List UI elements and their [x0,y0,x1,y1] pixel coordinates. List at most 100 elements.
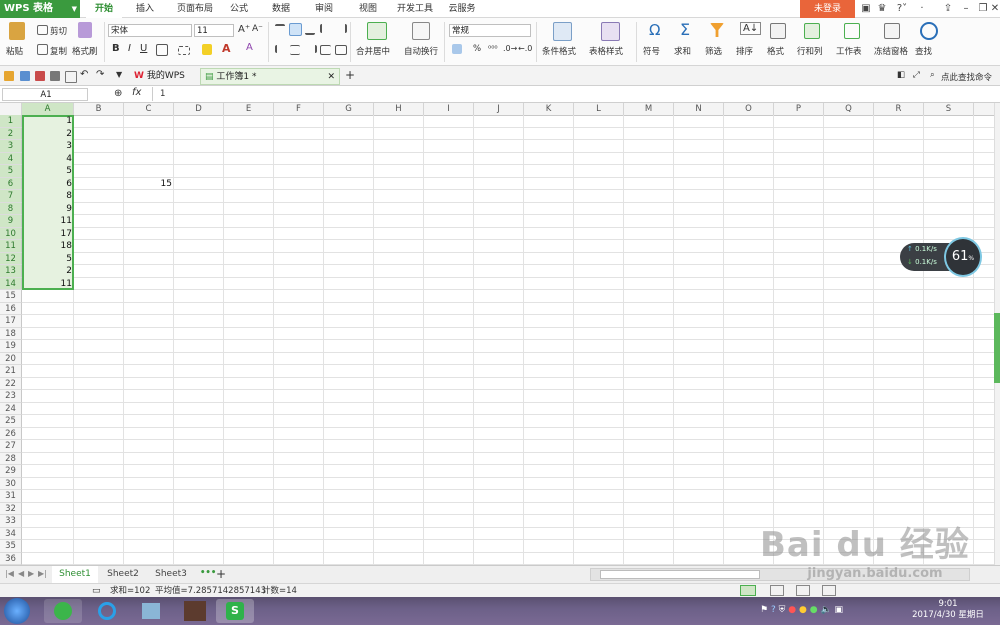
clock[interactable]: 9:01 2017/4/30 星期日 [900,599,996,621]
cell-A1[interactable]: 1 [22,115,74,128]
column-header-G[interactable]: G [324,103,374,115]
tray-help-icon[interactable]: ? [771,605,776,615]
row-header-8[interactable]: 8 [0,202,22,215]
auto-wrap-button[interactable]: 自动换行 [404,45,438,57]
tray-shield-icon[interactable]: ⛨ [779,605,786,615]
grow-font-icon[interactable]: A⁺ [238,24,250,35]
tab-workbook[interactable]: ▤ 工作簿1 * ✕ [200,68,340,85]
outdent-icon[interactable] [335,24,347,33]
spreadsheet-grid[interactable]: ABCDEFGHIJKLMNOPQRS 1 2 3 4 5 6 8 9 11 17 18 5 2 11 15… [0,103,994,565]
skin-icon[interactable]: ▣ [858,2,874,16]
row-header-14[interactable]: 14 [0,277,22,290]
row-header-10[interactable]: 10 [0,227,22,240]
row-header-29[interactable]: 29 [0,465,22,478]
row-header-12[interactable]: 12 [0,252,22,265]
cell-A2[interactable]: 2 [22,128,74,141]
preview-icon[interactable] [65,71,77,83]
align-bottom-icon[interactable] [305,24,315,35]
font-color-icon[interactable]: A [222,42,231,55]
tray-app-icon[interactable]: ● [788,605,796,615]
row-header-16[interactable]: 16 [0,302,22,315]
row-header-20[interactable]: 20 [0,352,22,365]
taskbar-wps[interactable]: S [216,599,254,623]
minimize-icon[interactable]: – [958,2,974,16]
row-header-13[interactable]: 13 [0,265,22,278]
close-tab-icon[interactable]: ✕ [327,69,335,86]
add-sheet-icon[interactable]: + [216,567,226,581]
cell-A4[interactable]: 4 [22,153,74,166]
tray-app3-icon[interactable]: ● [810,605,818,615]
logo-dropdown-icon[interactable]: ▼ [72,0,77,18]
align-left-icon[interactable] [275,45,287,53]
tray-icons[interactable]: ⚑ ? ⛨ ● ● ● 🔈 ▣ [760,605,870,619]
row-header-27[interactable]: 27 [0,440,22,453]
side-icon-1[interactable]: ◧ [897,70,905,80]
taskbar-app-2[interactable] [88,599,126,623]
tab-review[interactable]: 审阅 [307,0,341,18]
side-icon-2[interactable]: ⤢ [913,70,920,80]
font-size-select[interactable]: 11 [194,24,234,37]
app-logo[interactable]: WPS 表格 ▼ [0,0,80,18]
italic-button[interactable]: I [128,43,131,54]
symbol-button[interactable]: 符号 [643,45,660,57]
save-icon[interactable] [20,71,30,81]
fill-color-icon[interactable] [202,44,212,55]
cell-A14[interactable]: 11 [22,278,74,291]
row-header-2[interactable]: 2 [0,127,22,140]
tab-insert[interactable]: 插入 [128,0,162,18]
restore-icon[interactable]: ❐ [975,2,991,16]
row-header-28[interactable]: 28 [0,452,22,465]
align-right-icon[interactable] [305,45,317,53]
column-header-L[interactable]: L [574,103,624,115]
column-header-B[interactable]: B [74,103,124,115]
row-header-3[interactable]: 3 [0,140,22,153]
tab-my-wps[interactable]: W 我的WPS [130,68,198,85]
column-header-E[interactable]: E [224,103,274,115]
volume-icon[interactable]: 🔈 [820,605,831,615]
tab-cloud[interactable]: 云服务 [444,0,480,18]
print-icon[interactable] [50,71,60,81]
percent-button[interactable]: % [473,44,481,54]
row-header-24[interactable]: 24 [0,402,22,415]
cell-A3[interactable]: 3 [22,140,74,153]
underline-button[interactable]: U [140,43,147,54]
tab-developer[interactable]: 开发工具 [392,0,438,18]
row-header-30[interactable]: 30 [0,477,22,490]
column-header-K[interactable]: K [524,103,574,115]
bold-button[interactable]: B [112,43,120,54]
column-header-I[interactable]: I [424,103,474,115]
tab-view[interactable]: 视图 [351,0,385,18]
column-header-C[interactable]: C [124,103,174,115]
scroll-thumb[interactable] [600,570,760,579]
tab-page-layout[interactable]: 页面布局 [170,0,220,18]
row-header-5[interactable]: 5 [0,165,22,178]
cell-A11[interactable]: 18 [22,240,74,253]
shirt-icon[interactable]: ♛ [874,2,890,16]
row-header-6[interactable]: 6 [0,177,22,190]
name-box[interactable]: A1 [2,88,88,101]
row-header-34[interactable]: 34 [0,527,22,540]
cell-A13[interactable]: 2 [22,265,74,278]
row-header-23[interactable]: 23 [0,390,22,403]
row-header-31[interactable]: 31 [0,490,22,503]
sheet-tab-3[interactable]: Sheet3 [148,566,194,583]
column-header-D[interactable]: D [174,103,224,115]
justify-icon[interactable] [320,45,331,55]
row-header-21[interactable]: 21 [0,365,22,378]
paste-icon[interactable] [9,22,25,40]
open-icon[interactable] [4,71,14,81]
more-icon[interactable]: · [914,2,930,16]
align-top-icon[interactable] [275,24,285,35]
new-tab-icon[interactable]: + [345,68,355,82]
zoom-icon[interactable]: ⊕ [114,88,122,99]
row-header-11[interactable]: 11 [0,240,22,253]
cell-A8[interactable]: 9 [22,203,74,216]
prev-sheet-icon[interactable]: ◀ [18,569,24,578]
column-header-N[interactable]: N [674,103,724,115]
normal-view-icon[interactable] [740,585,756,596]
distribute-icon[interactable] [335,45,347,55]
net-speed-widget[interactable]: ↑ 0.1K/s ↓ 0.1K/s 61% [900,237,982,277]
cell-A7[interactable]: 8 [22,190,74,203]
format-button[interactable]: 格式 [767,45,784,57]
cell-A5[interactable]: 5 [22,165,74,178]
